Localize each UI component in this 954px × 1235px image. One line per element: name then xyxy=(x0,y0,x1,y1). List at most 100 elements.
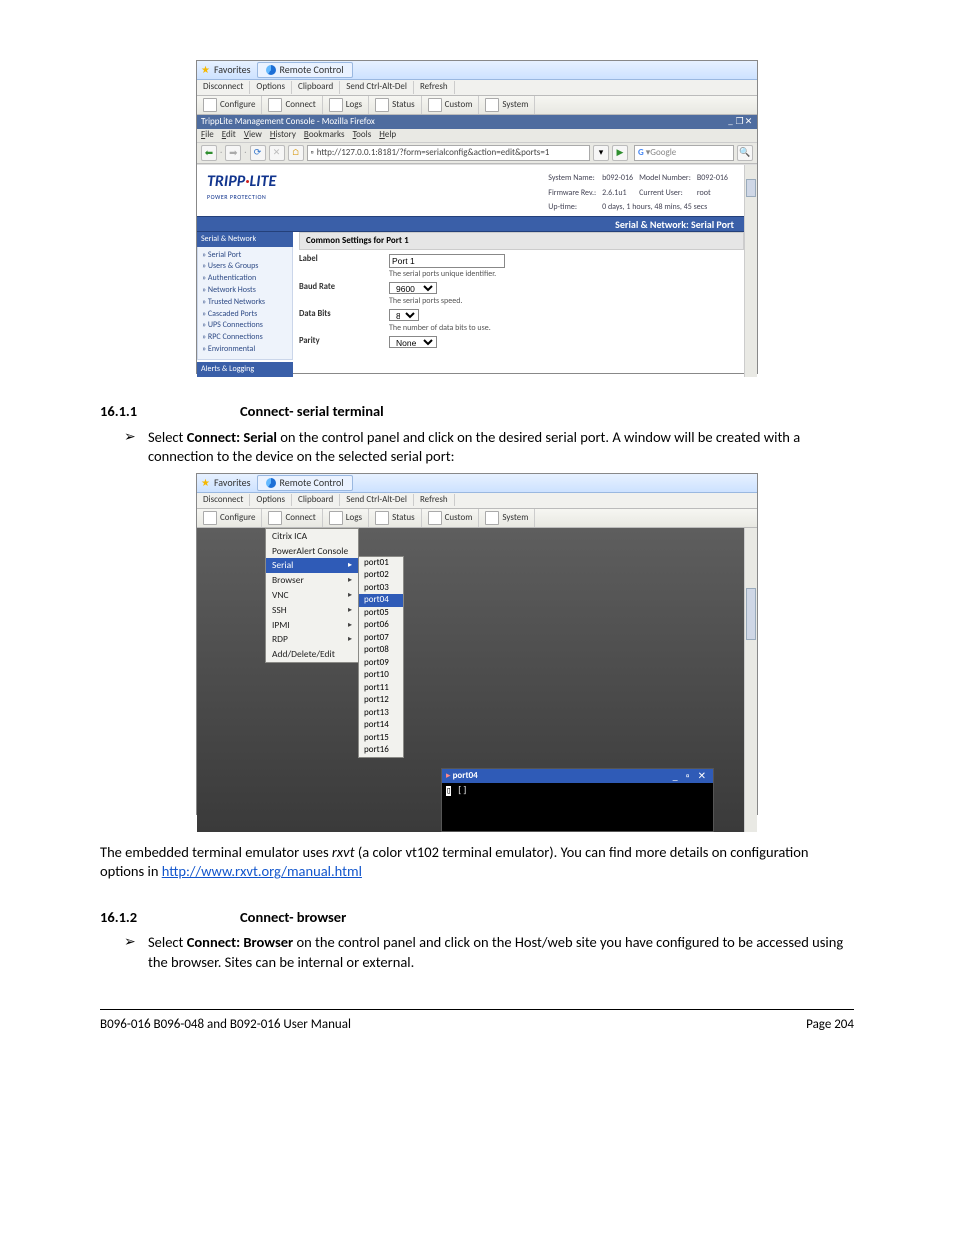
toolbar-button[interactable]: Disconnect xyxy=(197,81,250,93)
menu-item[interactable]: File xyxy=(201,129,214,141)
select-databits[interactable]: 8 xyxy=(389,309,419,321)
back-button[interactable]: ⬅ xyxy=(201,145,217,161)
menu-item[interactable]: Bookmarks xyxy=(304,129,345,141)
toolbar-button[interactable]: Logs xyxy=(323,509,369,527)
search-box[interactable]: G▾ Google xyxy=(634,145,734,161)
toolbar-button[interactable]: Connect xyxy=(262,96,322,114)
browser-tab[interactable]: Remote Control xyxy=(257,475,353,491)
nav-item[interactable]: » Network Hosts xyxy=(202,284,288,296)
url-bar[interactable]: ▫http://127.0.0.1:8181/?form=serialconfi… xyxy=(307,145,590,161)
reload-button[interactable]: ⟳ xyxy=(250,145,266,161)
nav-item[interactable]: » Serial Port xyxy=(202,249,288,261)
nav-section-footer: Alerts & Logging xyxy=(197,362,293,377)
terminal-window[interactable]: ▸ port04 _ ▫ ✕ ▯ [] xyxy=(441,768,714,832)
port-item[interactable]: port14 xyxy=(359,719,403,732)
nav-item[interactable]: » Users & Groups xyxy=(202,261,288,273)
browser-icon xyxy=(266,65,276,75)
scrollbar[interactable] xyxy=(744,165,757,377)
nav-item[interactable]: » Authentication xyxy=(202,273,288,285)
scrollbar[interactable] xyxy=(744,528,757,832)
toolbar-button[interactable]: Connect xyxy=(262,509,322,527)
window-buttons[interactable]: _❐✕ xyxy=(726,116,753,128)
port-item[interactable]: port16 xyxy=(359,744,403,757)
submenu-arrow-icon: ▸ xyxy=(348,634,352,645)
toolbar-button[interactable]: Configure xyxy=(197,509,262,527)
menu-item[interactable]: Help xyxy=(379,129,396,141)
menu-item[interactable]: View xyxy=(244,129,262,141)
toolbar-button[interactable]: Send Ctrl-Alt-Del xyxy=(340,494,414,506)
home-button[interactable]: ⌂ xyxy=(288,145,304,161)
toolbar-button[interactable]: Refresh xyxy=(414,81,455,93)
toolbar-button[interactable]: Clipboard xyxy=(292,81,340,93)
toolbar-icon xyxy=(428,98,442,112)
port-item[interactable]: port02 xyxy=(359,569,403,582)
port-item[interactable]: port07 xyxy=(359,632,403,645)
stop-button[interactable]: ✕ xyxy=(269,145,285,161)
nav-item[interactable]: » Environmental xyxy=(202,343,288,355)
page-heading-bar: Serial & Network: Serial Port xyxy=(197,216,744,232)
browser-tab[interactable]: Remote Control xyxy=(257,62,353,78)
toolbar-button[interactable]: Disconnect xyxy=(197,494,250,506)
port-item[interactable]: port08 xyxy=(359,644,403,657)
menu-item[interactable]: Browser▸ xyxy=(266,573,358,588)
port-item[interactable]: port04 xyxy=(359,594,403,607)
port-item[interactable]: port05 xyxy=(359,607,403,620)
select-baud[interactable]: 9600 xyxy=(389,282,437,294)
port-item[interactable]: port13 xyxy=(359,707,403,720)
toolbar-button[interactable]: System xyxy=(479,96,535,114)
port-item[interactable]: port03 xyxy=(359,582,403,595)
toolbar-button[interactable]: System xyxy=(479,509,535,527)
search-go-icon[interactable]: 🔍 xyxy=(737,145,753,161)
url-dropdown[interactable]: ▾ xyxy=(593,145,609,161)
toolbar-icon xyxy=(485,511,499,525)
system-info: System Name:b092-016Model Number:B092-01… xyxy=(546,171,734,216)
toolbar-button[interactable]: Status xyxy=(369,509,422,527)
port-submenu[interactable]: port01port02port03port04port05port06port… xyxy=(358,556,404,758)
toolbar-button[interactable]: Send Ctrl-Alt-Del xyxy=(340,81,414,93)
toolbar-button[interactable]: Refresh xyxy=(414,494,455,506)
forward-button[interactable]: ➡ xyxy=(225,145,241,161)
port-item[interactable]: port15 xyxy=(359,732,403,745)
menu-item[interactable]: Edit xyxy=(222,129,236,141)
menu-item[interactable]: History xyxy=(270,129,296,141)
toolbar-button[interactable]: Options xyxy=(250,494,292,506)
menu-item[interactable]: PowerAlert Console xyxy=(266,544,358,559)
menu-item[interactable]: VNC▸ xyxy=(266,588,358,603)
input-label[interactable] xyxy=(389,254,505,268)
toolbar-button[interactable]: Options xyxy=(250,81,292,93)
window-titlebar: ★ Favorites Remote Control xyxy=(197,474,757,493)
rxvt-manual-link[interactable]: http://www.rxvt.org/manual.html xyxy=(162,862,362,880)
go-button[interactable]: ▶ xyxy=(612,145,628,161)
toolbar-icon xyxy=(428,511,442,525)
menu-item[interactable]: RDP▸ xyxy=(266,632,358,647)
nav-item[interactable]: » RPC Connections xyxy=(202,332,288,344)
port-item[interactable]: port09 xyxy=(359,657,403,670)
port-item[interactable]: port01 xyxy=(359,557,403,570)
toolbar-button[interactable]: Logs xyxy=(323,96,369,114)
nav-item[interactable]: » Trusted Networks xyxy=(202,296,288,308)
nav-item[interactable]: » Cascaded Ports xyxy=(202,308,288,320)
nav-item[interactable]: » UPS Connections xyxy=(202,320,288,332)
toolbar-button[interactable]: Clipboard xyxy=(292,494,340,506)
toolbar-button[interactable]: Custom xyxy=(422,96,480,114)
row-databits: Data Bits 8The number of data bits to us… xyxy=(299,309,744,334)
port-item[interactable]: port12 xyxy=(359,694,403,707)
toolbar-button[interactable]: Custom xyxy=(422,509,480,527)
menu-item[interactable]: Tools xyxy=(353,129,372,141)
menu-item[interactable]: Add/Delete/Edit xyxy=(266,647,358,662)
port-item[interactable]: port10 xyxy=(359,669,403,682)
star-icon: ★ xyxy=(201,63,210,77)
firefox-menubar[interactable]: File Edit View History Bookmarks Tools Help xyxy=(197,129,757,143)
menu-item[interactable]: Citrix ICA xyxy=(266,529,358,544)
select-parity[interactable]: None xyxy=(389,336,437,348)
terminal-window-buttons[interactable]: _ ▫ ✕ xyxy=(673,769,709,783)
menu-item[interactable]: IPMI▸ xyxy=(266,618,358,633)
menu-item[interactable]: Serial▸ xyxy=(266,558,358,573)
menu-item[interactable]: SSH▸ xyxy=(266,603,358,618)
port-item[interactable]: port11 xyxy=(359,682,403,695)
port-item[interactable]: port06 xyxy=(359,619,403,632)
toolbar-button[interactable]: Configure xyxy=(197,96,262,114)
terminal-body[interactable]: ▯ [] xyxy=(442,783,713,799)
toolbar-button[interactable]: Status xyxy=(369,96,422,114)
connect-menu[interactable]: Citrix ICAPowerAlert ConsoleSerial▸Brows… xyxy=(265,528,359,663)
